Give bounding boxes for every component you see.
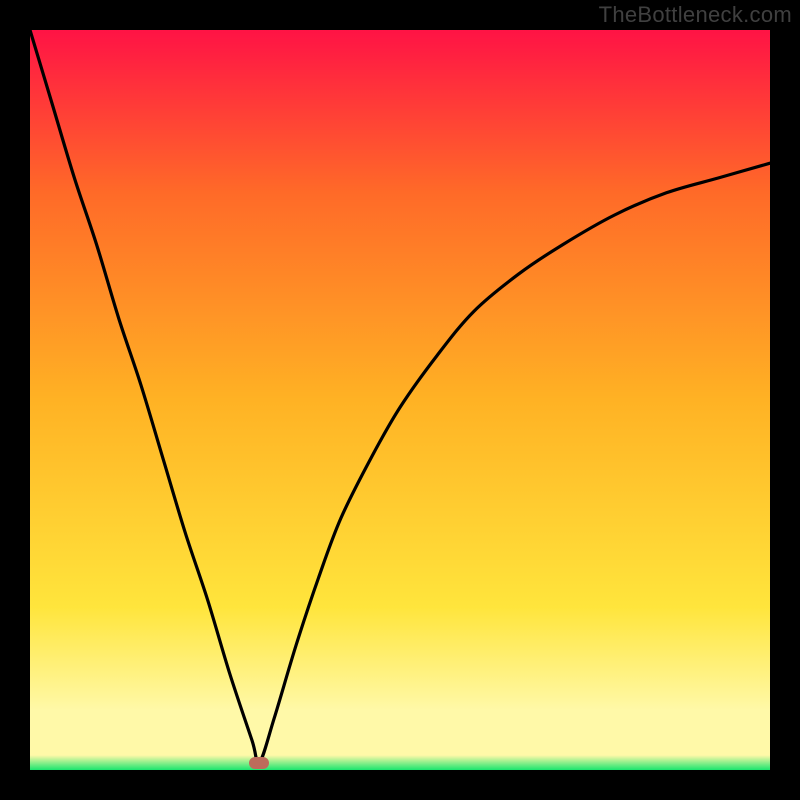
watermark-text: TheBottleneck.com [599, 2, 792, 28]
plot-area [30, 30, 770, 770]
chart-frame: TheBottleneck.com [0, 0, 800, 800]
bottleneck-curve [30, 30, 770, 770]
minimum-marker [249, 757, 269, 769]
